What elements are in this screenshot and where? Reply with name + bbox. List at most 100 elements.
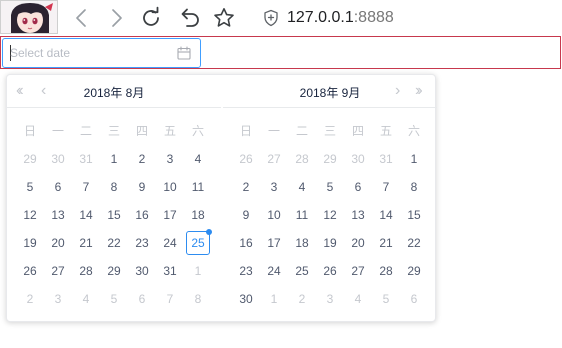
day-cell[interactable]: 7 — [156, 285, 184, 313]
day-cell[interactable]: 2 — [16, 285, 44, 313]
day-cell[interactable]: 21 — [372, 229, 400, 257]
date-input[interactable]: Select date — [2, 38, 201, 68]
day-cell[interactable]: 11 — [184, 173, 212, 201]
day-cell[interactable]: 18 — [184, 201, 212, 229]
day-cell[interactable]: 31 — [156, 257, 184, 285]
day-cell[interactable]: 10 — [156, 173, 184, 201]
day-cell[interactable]: 31 — [72, 145, 100, 173]
url-text[interactable]: 127.0.0.1:8888 — [287, 9, 394, 27]
day-cell[interactable]: 29 — [16, 145, 44, 173]
day-cell[interactable]: 8 — [184, 285, 212, 313]
day-cell[interactable]: 3 — [44, 285, 72, 313]
day-cell[interactable]: 4 — [184, 145, 212, 173]
day-cell[interactable]: 2 — [288, 285, 316, 313]
day-cell[interactable]: 9 — [128, 173, 156, 201]
day-cell[interactable]: 4 — [72, 285, 100, 313]
day-cell[interactable]: 24 — [156, 229, 184, 257]
day-cell[interactable]: 28 — [72, 257, 100, 285]
day-cell[interactable]: 22 — [400, 229, 428, 257]
day-cell[interactable]: 10 — [260, 201, 288, 229]
reload-button[interactable] — [139, 6, 163, 30]
day-cell[interactable]: 15 — [400, 201, 428, 229]
next-month-icon[interactable]: › — [395, 81, 400, 101]
day-cell[interactable]: 17 — [260, 229, 288, 257]
day-cell[interactable]: 14 — [72, 201, 100, 229]
day-cell[interactable]: 6 — [344, 173, 372, 201]
day-cell[interactable]: 23 — [128, 229, 156, 257]
day-cell[interactable]: 1 — [100, 145, 128, 173]
day-cell[interactable]: 3 — [316, 285, 344, 313]
day-cell-today[interactable]: 25 — [186, 229, 212, 255]
day-cell[interactable]: 13 — [344, 201, 372, 229]
day-cell[interactable]: 16 — [232, 229, 260, 257]
day-cell[interactable]: 20 — [344, 229, 372, 257]
day-cell[interactable]: 1 — [260, 285, 288, 313]
day-cell[interactable]: 3 — [156, 145, 184, 173]
day-cell[interactable]: 29 — [400, 257, 428, 285]
day-cell[interactable]: 30 — [44, 145, 72, 173]
day-cell[interactable]: 5 — [372, 285, 400, 313]
day-cell[interactable]: 24 — [260, 257, 288, 285]
day-cell[interactable]: 5 — [100, 285, 128, 313]
next-year-icon[interactable]: ›› — [415, 81, 422, 101]
day-cell[interactable]: 2 — [232, 173, 260, 201]
day-cell[interactable]: 1 — [400, 145, 428, 173]
day-cell[interactable]: 25 — [288, 257, 316, 285]
day-cell[interactable]: 19 — [316, 229, 344, 257]
day-cell[interactable]: 9 — [232, 201, 260, 229]
day-cell[interactable]: 8 — [100, 173, 128, 201]
day-cell[interactable]: 26 — [232, 145, 260, 173]
day-cell[interactable]: 27 — [344, 257, 372, 285]
day-cell[interactable]: 30 — [232, 285, 260, 313]
day-cell[interactable]: 22 — [100, 229, 128, 257]
day-cell[interactable]: 28 — [288, 145, 316, 173]
day-cell[interactable]: 1 — [184, 257, 212, 285]
day-cell[interactable]: 23 — [232, 257, 260, 285]
bookmark-button[interactable] — [212, 6, 236, 30]
day-cell[interactable]: 4 — [344, 285, 372, 313]
day-cell[interactable]: 6 — [128, 285, 156, 313]
day-cell[interactable]: 29 — [100, 257, 128, 285]
day-cell[interactable]: 12 — [16, 201, 44, 229]
day-cell[interactable]: 29 — [316, 145, 344, 173]
prev-month-icon[interactable]: ‹ — [41, 81, 46, 101]
day-cell[interactable]: 16 — [128, 201, 156, 229]
day-cell[interactable]: 5 — [316, 173, 344, 201]
day-cell[interactable]: 30 — [344, 145, 372, 173]
day-cell[interactable]: 31 — [372, 145, 400, 173]
day-cell[interactable]: 26 — [16, 257, 44, 285]
address-bar[interactable]: 127.0.0.1:8888 — [262, 6, 394, 30]
month-title[interactable]: 2018年 8月 — [7, 84, 221, 101]
forward-button[interactable] — [104, 6, 128, 30]
avatar[interactable] — [0, 0, 58, 34]
day-cell[interactable]: 6 — [44, 173, 72, 201]
day-cell[interactable]: 19 — [16, 229, 44, 257]
month-title[interactable]: 2018年 9月 — [223, 84, 437, 101]
day-cell[interactable]: 28 — [372, 257, 400, 285]
day-cell[interactable]: 18 — [288, 229, 316, 257]
day-cell[interactable]: 12 — [316, 201, 344, 229]
day-cell[interactable]: 4 — [288, 173, 316, 201]
day-cell[interactable]: 3 — [260, 173, 288, 201]
day-cell[interactable]: 8 — [400, 173, 428, 201]
day-cell[interactable]: 26 — [316, 257, 344, 285]
day-cell[interactable]: 2 — [128, 145, 156, 173]
day-cell[interactable]: 27 — [260, 145, 288, 173]
day-cell[interactable]: 14 — [372, 201, 400, 229]
day-cell[interactable]: 7 — [72, 173, 100, 201]
back-button[interactable] — [70, 6, 94, 30]
day-cell[interactable]: 13 — [44, 201, 72, 229]
day-cell[interactable]: 15 — [100, 201, 128, 229]
undo-button[interactable] — [178, 6, 202, 30]
calendar-icon[interactable] — [177, 46, 191, 60]
day-cell[interactable]: 21 — [72, 229, 100, 257]
day-cell[interactable]: 30 — [128, 257, 156, 285]
day-cell[interactable]: 7 — [372, 173, 400, 201]
day-cell[interactable]: 27 — [44, 257, 72, 285]
prev-year-icon[interactable]: ‹‹ — [16, 81, 23, 101]
day-cell[interactable]: 6 — [400, 285, 428, 313]
day-cell[interactable]: 20 — [44, 229, 72, 257]
day-cell[interactable]: 17 — [156, 201, 184, 229]
day-cell[interactable]: 11 — [288, 201, 316, 229]
day-cell[interactable]: 5 — [16, 173, 44, 201]
